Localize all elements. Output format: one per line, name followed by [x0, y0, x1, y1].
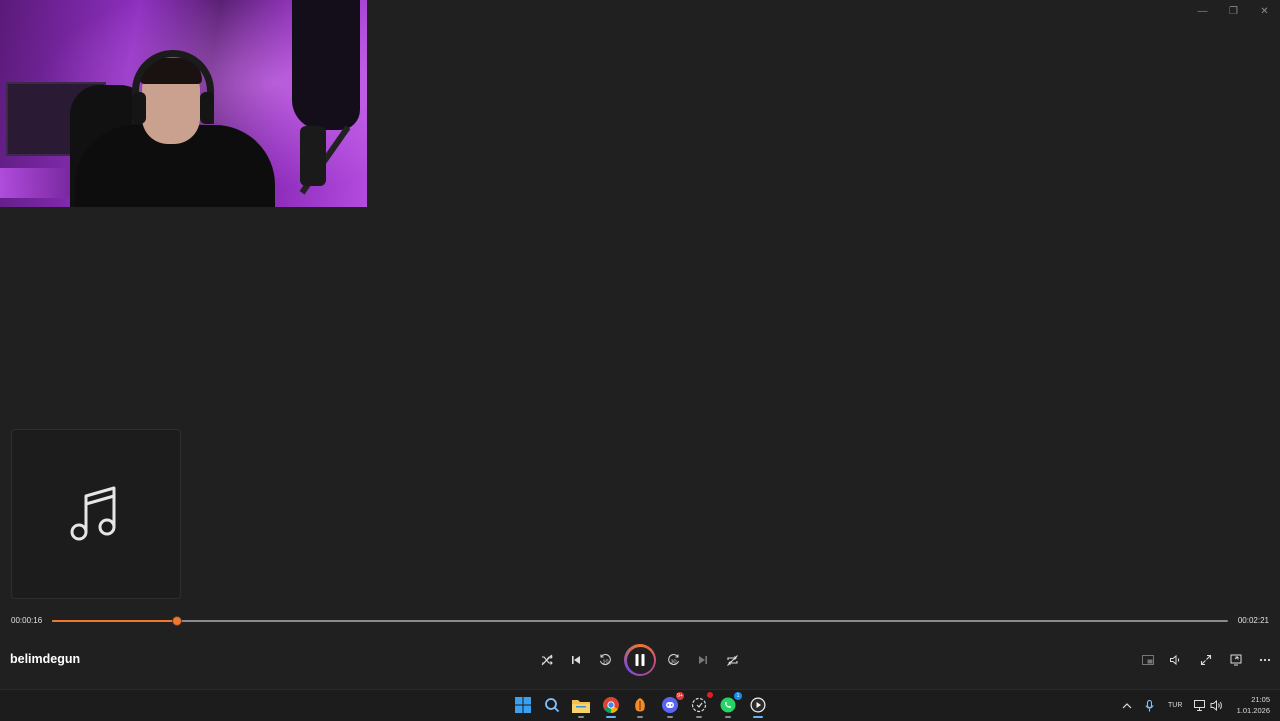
chrome-button[interactable] [601, 695, 621, 718]
app-icon [691, 697, 707, 713]
active-indicator [753, 716, 763, 718]
webcam-coat [292, 0, 360, 130]
notification-dot [707, 692, 713, 698]
speaker-icon [1210, 700, 1222, 711]
forward-button[interactable]: 30 [662, 648, 686, 672]
running-indicator [725, 716, 731, 718]
forward-icon: 30 [668, 654, 679, 666]
volume-button[interactable] [1163, 648, 1187, 672]
more-icon [1259, 658, 1271, 662]
elapsed-time: 00:00:16 [11, 616, 43, 625]
volume-icon [1170, 654, 1180, 666]
running-indicator [578, 716, 584, 718]
fullscreen-button[interactable] [1194, 648, 1218, 672]
restore-button[interactable]: ❐ [1218, 0, 1249, 22]
next-button[interactable] [691, 648, 715, 672]
running-indicator [637, 716, 643, 718]
previous-track-icon [572, 656, 580, 664]
windows-icon [515, 697, 531, 713]
music-note-icon [70, 486, 116, 541]
whatsapp-icon [720, 697, 736, 713]
chevron-up-icon [1122, 702, 1132, 708]
webcam-desk-light [0, 168, 80, 198]
previous-button[interactable] [564, 648, 588, 672]
seek-thumb[interactable] [172, 616, 183, 626]
miniplayer-button[interactable] [1136, 648, 1160, 672]
webcam-headphone-left [132, 92, 146, 124]
fl-studio-button[interactable] [630, 695, 650, 718]
search-button[interactable] [542, 695, 562, 715]
file-explorer-button[interactable] [571, 695, 591, 718]
clock[interactable]: 21:05 1.01.2026 [1237, 694, 1270, 716]
taskbar: 9+ 1 TUR 21:05 1.01.2026 [0, 689, 1280, 721]
window-controls: — ❐ ✕ [1187, 0, 1280, 22]
shuffle-icon [541, 654, 553, 666]
microphone-tray-button[interactable] [1145, 690, 1154, 721]
chrome-icon [603, 697, 619, 713]
folder-icon [572, 699, 590, 713]
total-time: 00:02:21 [1237, 616, 1269, 625]
svg-text:10: 10 [602, 660, 608, 666]
discord-icon [662, 697, 678, 713]
clock-time: 21:05 [1251, 695, 1270, 704]
discord-button[interactable]: 9+ [660, 692, 684, 718]
discord-badge: 9+ [676, 692, 684, 700]
miniplayer-icon [1142, 655, 1154, 665]
search-icon [545, 698, 560, 713]
webcam-overlay [0, 0, 367, 207]
language-indicator[interactable]: TUR [1168, 690, 1182, 721]
whatsapp-button[interactable]: 1 [718, 692, 742, 718]
seek-bar[interactable] [52, 616, 1228, 626]
close-button[interactable]: ✕ [1249, 0, 1280, 22]
play-pause-button[interactable] [624, 644, 656, 676]
microphone-icon [1145, 699, 1154, 711]
media-player-icon [750, 697, 766, 713]
network-tray-button[interactable] [1194, 690, 1206, 721]
clock-date: 1.01.2026 [1236, 706, 1270, 715]
whatsapp-badge: 1 [734, 692, 742, 700]
tray-overflow-button[interactable] [1122, 690, 1132, 721]
cast-button[interactable] [1224, 648, 1248, 672]
cast-icon [1230, 654, 1242, 666]
network-icon [1194, 700, 1205, 711]
notification-app-button[interactable] [689, 692, 713, 718]
minimize-button[interactable]: — [1187, 0, 1218, 22]
next-track-icon [699, 656, 707, 664]
playback-controls: 10 30 [0, 644, 1280, 676]
running-indicator [667, 716, 673, 718]
active-indicator [606, 716, 616, 718]
repeat-button[interactable] [720, 648, 744, 672]
seek-bar-progress [52, 620, 178, 622]
media-player-button[interactable] [748, 695, 768, 718]
start-button[interactable] [513, 695, 533, 715]
pause-icon [635, 654, 645, 666]
webcam-headphone-right [200, 92, 214, 124]
shuffle-button[interactable] [535, 648, 559, 672]
rewind-button[interactable]: 10 [593, 648, 617, 672]
webcam-microphone [300, 126, 326, 186]
svg-text:30: 30 [670, 660, 676, 666]
fl-studio-icon [635, 698, 645, 712]
album-art [11, 429, 181, 599]
repeat-off-icon [726, 654, 738, 666]
more-options-button[interactable] [1253, 648, 1277, 672]
rewind-icon: 10 [600, 654, 611, 666]
fullscreen-icon [1200, 654, 1212, 666]
volume-tray-button[interactable] [1210, 690, 1223, 721]
running-indicator [696, 716, 702, 718]
